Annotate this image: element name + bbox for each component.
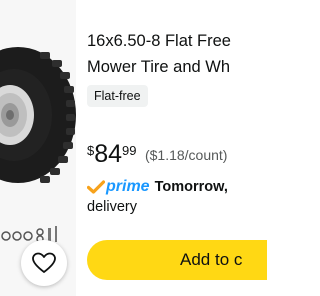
prime-logo: prime bbox=[106, 178, 150, 195]
price-whole: 84 bbox=[94, 140, 123, 168]
feature-badge: Flat-free bbox=[87, 85, 148, 107]
favorite-button[interactable] bbox=[21, 240, 67, 286]
product-title[interactable]: 16x6.50-8 Flat Free Mower Tire and Wh bbox=[87, 28, 297, 80]
delivery-suffix: delivery bbox=[87, 199, 137, 215]
heart-icon bbox=[32, 252, 56, 273]
check-icon bbox=[87, 180, 105, 194]
price-fraction: 99 bbox=[122, 143, 137, 158]
product-info: 16x6.50-8 Flat Free Mower Tire and Wh Fl… bbox=[87, 0, 267, 296]
add-to-cart-label: Add to c bbox=[180, 250, 243, 269]
delivery-day: Tomorrow, bbox=[154, 179, 228, 195]
delivery-info: prime Tomorrow, delivery bbox=[87, 177, 262, 217]
product-image[interactable] bbox=[0, 0, 76, 296]
tire-image bbox=[0, 47, 76, 183]
unit-price: ($1.18/count) bbox=[144, 147, 228, 163]
price-currency-symbol: $ bbox=[87, 143, 95, 158]
product-title-line2: Mower Tire and Wh bbox=[87, 58, 231, 76]
product-title-line1: 16x6.50-8 Flat Free bbox=[87, 32, 231, 50]
price: $8499 ($1.18/count) bbox=[87, 139, 227, 173]
add-to-cart-button[interactable]: Add to c bbox=[87, 240, 267, 280]
